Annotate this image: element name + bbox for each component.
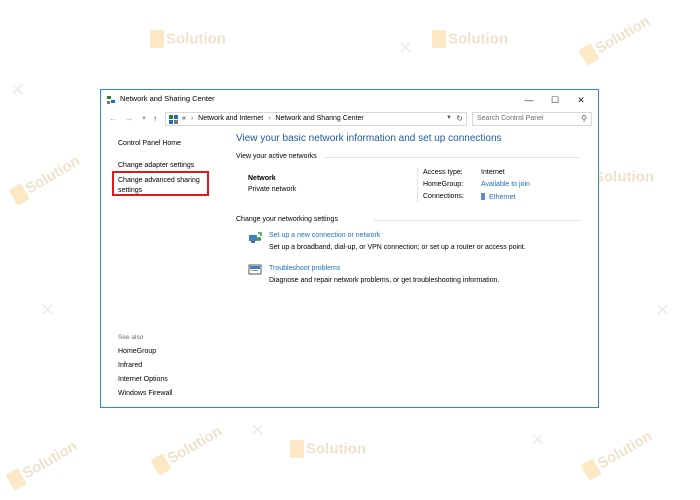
- setup-new-connection-link[interactable]: Set up a new connection or network: [269, 232, 380, 239]
- troubleshoot-problems-description: Diagnose and repair network problems, or…: [269, 277, 500, 284]
- watermark-cross: ✕: [250, 420, 266, 440]
- new-connection-icon: [249, 232, 262, 243]
- see-also-label: See also: [118, 334, 144, 341]
- infrared-link[interactable]: Infrared: [118, 362, 142, 369]
- close-button[interactable]: ✕: [568, 90, 594, 110]
- ethernet-connection-link[interactable]: Ethernet: [481, 193, 515, 201]
- access-type-value: Internet: [481, 169, 505, 176]
- watermark-logo: Solution: [578, 12, 654, 66]
- homegroup-label: HomeGroup:: [423, 181, 464, 188]
- window-title: Network and Sharing Center: [120, 94, 215, 103]
- ethernet-icon: [481, 193, 485, 200]
- watermark-cross: ✕: [655, 300, 671, 320]
- watermark-logo: Solution: [150, 30, 226, 48]
- breadcrumb-overflow[interactable]: «: [182, 115, 186, 122]
- address-row: ← → ▼ ↑ « › Network and Internet › Netwo…: [101, 111, 598, 128]
- highlight-box: [112, 171, 209, 196]
- network-name: Network: [248, 175, 276, 182]
- divider: [417, 168, 418, 202]
- address-bar[interactable]: « › Network and Internet › Network and S…: [165, 112, 467, 126]
- control-panel-home-link[interactable]: Control Panel Home: [118, 140, 181, 147]
- access-type-label: Access type:: [423, 169, 463, 176]
- divider: [324, 157, 580, 158]
- breadcrumb-network-sharing-center[interactable]: Network and Sharing Center: [275, 115, 363, 122]
- troubleshoot-icon: [248, 264, 262, 275]
- search-placeholder: Search Control Panel: [477, 115, 544, 122]
- maximize-button[interactable]: ☐: [542, 90, 568, 110]
- homegroup-available-link[interactable]: Available to join: [481, 181, 530, 188]
- watermark-cross: ✕: [398, 38, 414, 58]
- minimize-button[interactable]: —: [516, 90, 542, 110]
- homegroup-link[interactable]: HomeGroup: [118, 348, 156, 355]
- left-navigation: Control Panel Home Change adapter settin…: [101, 130, 229, 407]
- breadcrumb: « › Network and Internet › Network and S…: [182, 115, 364, 122]
- up-arrow-icon[interactable]: ↑: [153, 114, 157, 123]
- breadcrumb-separator: ›: [268, 115, 271, 122]
- watermark-logo: Solution: [8, 152, 84, 206]
- search-icon[interactable]: ⚲: [581, 114, 587, 123]
- watermark-logo: Solution: [150, 422, 226, 476]
- setup-new-connection-description: Set up a broadband, dial-up, or VPN conn…: [269, 244, 526, 251]
- connections-label: Connections:: [423, 193, 464, 200]
- breadcrumb-separator: ›: [190, 115, 194, 122]
- watermark-logo: Solution: [432, 30, 508, 48]
- change-settings-heading: Change your networking settings: [236, 216, 338, 223]
- address-dropdown-chevron-icon[interactable]: ▼: [446, 115, 452, 121]
- title-bar[interactable]: Network and Sharing Center — ☐ ✕: [101, 90, 598, 110]
- divider: [374, 220, 580, 221]
- network-sharing-window: Network and Sharing Center — ☐ ✕ ← → ▼ ↑…: [100, 89, 599, 408]
- watermark-cross: ✕: [10, 80, 26, 100]
- recent-locations-chevron-icon[interactable]: ▼: [141, 116, 147, 122]
- network-center-icon: [107, 96, 115, 104]
- ethernet-label: Ethernet: [489, 194, 516, 201]
- control-panel-icon: [169, 115, 178, 124]
- internet-options-link[interactable]: Internet Options: [118, 376, 168, 383]
- watermark-logo: Solution: [5, 437, 81, 491]
- page-title: View your basic network information and …: [236, 133, 502, 144]
- active-networks-heading: View your active networks: [236, 153, 317, 160]
- watermark-cross: ✕: [530, 430, 546, 450]
- network-type: Private network: [248, 186, 297, 193]
- watermark-logo: Solution: [290, 440, 366, 458]
- forward-arrow-icon[interactable]: →: [125, 114, 133, 123]
- breadcrumb-network-internet[interactable]: Network and Internet: [198, 115, 263, 122]
- back-arrow-icon[interactable]: ←: [109, 114, 117, 123]
- refresh-icon[interactable]: ↻: [456, 114, 463, 123]
- troubleshoot-problems-link[interactable]: Troubleshoot problems: [269, 265, 340, 272]
- watermark-logo: Solution: [580, 427, 656, 481]
- watermark-cross: ✕: [40, 300, 56, 320]
- change-adapter-settings-link[interactable]: Change adapter settings: [118, 162, 194, 169]
- search-input[interactable]: Search Control Panel ⚲: [472, 112, 592, 126]
- windows-firewall-link[interactable]: Windows Firewall: [118, 390, 172, 397]
